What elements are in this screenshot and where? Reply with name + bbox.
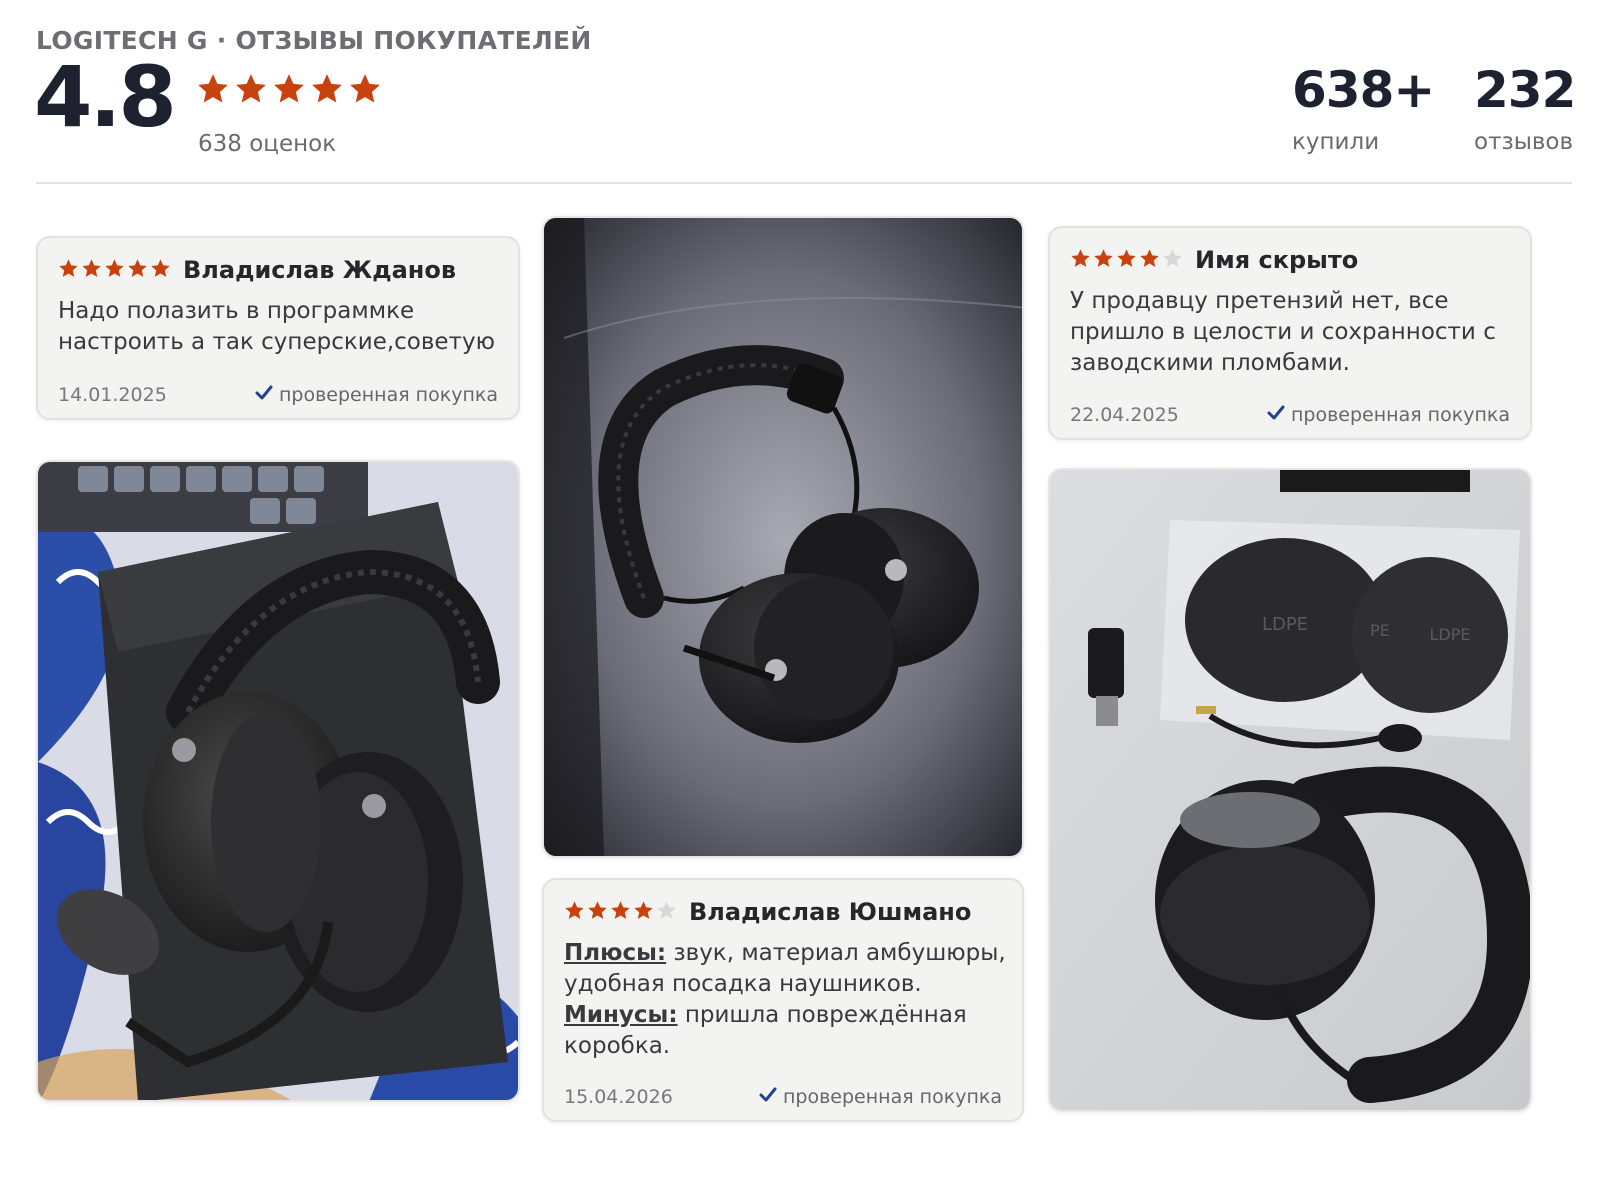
photo-label-ldpe-2: LDPE bbox=[1430, 625, 1471, 644]
verified-purchase: проверенная покупка bbox=[759, 1086, 1002, 1108]
star-filled-icon bbox=[587, 900, 608, 925]
star-filled-icon bbox=[234, 72, 268, 110]
review-text: У продавцу претензий нет, все пришло в ц… bbox=[1070, 288, 1496, 376]
review-date: 22.04.2025 bbox=[1070, 404, 1179, 426]
star-filled-icon bbox=[150, 258, 171, 283]
review-author: Владислав Жданов bbox=[183, 256, 457, 284]
photo-label-ldpe: LDPE bbox=[1262, 614, 1308, 635]
average-rating-stars bbox=[196, 72, 382, 110]
star-filled-icon bbox=[1139, 248, 1160, 273]
star-filled-icon bbox=[81, 258, 102, 283]
review-date: 15.04.2026 bbox=[564, 1086, 673, 1108]
cons-label: Минусы: bbox=[564, 1002, 678, 1028]
star-filled-icon bbox=[272, 72, 306, 110]
star-empty-icon bbox=[656, 900, 677, 925]
review-card[interactable]: Владислав Юшмано Плюсы: звук, материал а… bbox=[542, 878, 1024, 1122]
stat-bought: 638+ купили bbox=[1292, 61, 1435, 155]
photo-headset-on-leather bbox=[544, 218, 1022, 856]
checkmark-icon bbox=[255, 384, 273, 406]
reviews-label: отзывов bbox=[1474, 129, 1574, 155]
reviews-value: 232 bbox=[1474, 61, 1576, 119]
header-divider bbox=[36, 182, 1572, 184]
review-photo[interactable] bbox=[542, 216, 1024, 858]
star-filled-icon bbox=[1116, 248, 1137, 273]
review-rating-stars bbox=[58, 258, 171, 283]
review-card[interactable]: Владислав Жданов Надо полазить в програм… bbox=[36, 236, 520, 420]
verified-label: проверенная покупка bbox=[278, 384, 498, 406]
star-filled-icon bbox=[348, 72, 382, 110]
checkmark-icon bbox=[759, 1086, 777, 1108]
star-filled-icon bbox=[196, 72, 230, 110]
bought-value: 638+ bbox=[1292, 61, 1435, 119]
review-photo[interactable] bbox=[36, 460, 520, 1102]
star-filled-icon bbox=[127, 258, 148, 283]
ratings-count: 638 оценок bbox=[198, 131, 337, 157]
star-filled-icon bbox=[58, 258, 79, 283]
review-author: Имя скрыто bbox=[1195, 246, 1359, 274]
verified-purchase: проверенная покупка bbox=[255, 384, 498, 406]
star-filled-icon bbox=[1093, 248, 1114, 273]
star-filled-icon bbox=[310, 72, 344, 110]
stat-reviews: 232 отзывов bbox=[1474, 61, 1576, 155]
review-card[interactable]: Имя скрыто У продавцу претензий нет, все… bbox=[1048, 226, 1532, 440]
star-empty-icon bbox=[1162, 248, 1183, 273]
verified-label: проверенная покупка bbox=[782, 1086, 1002, 1108]
verified-label: проверенная покупка bbox=[1290, 404, 1510, 426]
bought-label: купили bbox=[1292, 129, 1380, 155]
photo-label-pe: PE bbox=[1370, 621, 1390, 640]
star-filled-icon bbox=[633, 900, 654, 925]
pros-label: Плюсы: bbox=[564, 940, 667, 966]
star-filled-icon bbox=[104, 258, 125, 283]
review-text: Надо полазить в программке настроить а т… bbox=[58, 298, 495, 355]
review-author: Владислав Юшмано bbox=[689, 898, 972, 926]
photo-headset-on-bag bbox=[38, 462, 518, 1100]
verified-purchase: проверенная покупка bbox=[1267, 404, 1510, 426]
photo-headset-accessories: LDPE PE LDPE bbox=[1050, 470, 1530, 1110]
checkmark-icon bbox=[1267, 404, 1285, 426]
average-score: 4.8 bbox=[34, 48, 177, 146]
star-filled-icon bbox=[1070, 248, 1091, 273]
review-rating-stars bbox=[564, 900, 677, 925]
review-date: 14.01.2025 bbox=[58, 384, 167, 406]
review-rating-stars bbox=[1070, 248, 1183, 273]
review-text: Плюсы: звук, материал амбушюры, удобная … bbox=[564, 938, 1006, 1062]
star-filled-icon bbox=[610, 900, 631, 925]
star-filled-icon bbox=[564, 900, 585, 925]
review-photo[interactable]: LDPE PE LDPE bbox=[1048, 468, 1532, 1112]
